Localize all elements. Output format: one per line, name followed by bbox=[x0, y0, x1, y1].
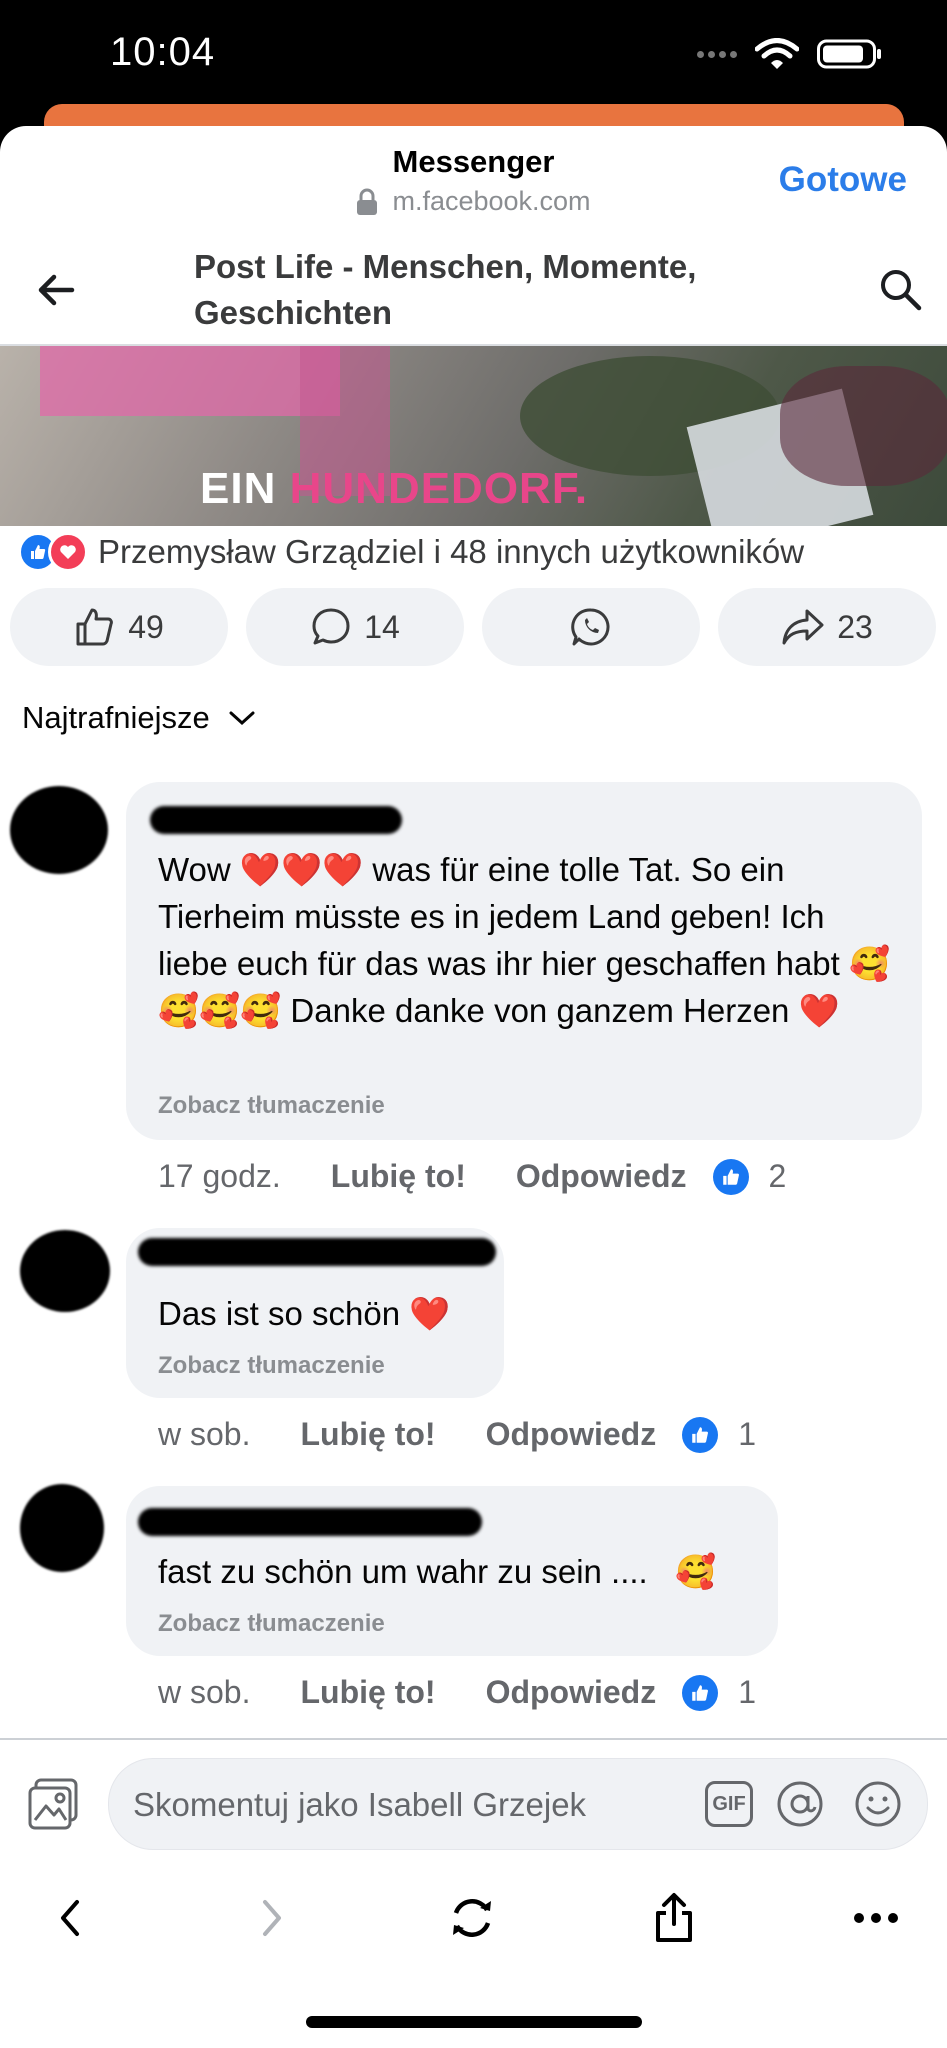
see-translation-link[interactable]: Zobacz tłumaczenie bbox=[158, 1092, 385, 1120]
avatar[interactable] bbox=[20, 1484, 104, 1572]
comment-reaction-count: 1 bbox=[738, 1674, 757, 1710]
comment-meta: w sob. Lubię to! Odpowiedz 1 bbox=[158, 1674, 756, 1711]
comment-like-button[interactable]: Lubię to! bbox=[300, 1416, 435, 1453]
more-button[interactable] bbox=[846, 1888, 906, 1948]
browser-back-button[interactable] bbox=[40, 1888, 100, 1948]
lock-icon bbox=[357, 188, 378, 215]
share-arrow-icon bbox=[782, 609, 824, 645]
like-badge-icon bbox=[682, 1674, 719, 1711]
comments-count: 14 bbox=[364, 608, 400, 645]
shares-count: 23 bbox=[837, 608, 873, 645]
comment-reply-button[interactable]: Odpowiedz bbox=[516, 1158, 687, 1195]
avatar[interactable] bbox=[20, 1230, 110, 1312]
post-title: Post Life - Menschen, Momente, Geschicht… bbox=[194, 248, 697, 331]
like-badge-icon bbox=[712, 1158, 749, 1195]
signal-icon bbox=[697, 50, 737, 58]
avatar[interactable] bbox=[10, 786, 108, 874]
comment-icon bbox=[312, 608, 350, 645]
wifi-icon bbox=[755, 38, 799, 69]
done-button[interactable]: Gotowe bbox=[779, 160, 907, 200]
comment-text: fast zu schön um wahr zu sein .... 🥰 bbox=[158, 1553, 717, 1590]
comment-button[interactable]: 14 bbox=[246, 588, 464, 666]
commenter-name-redacted[interactable] bbox=[150, 806, 402, 834]
comment-composer[interactable]: GIF bbox=[108, 1758, 928, 1851]
commenter-name-redacted[interactable] bbox=[138, 1508, 482, 1536]
comment-reaction-count: 2 bbox=[768, 1158, 787, 1194]
reload-icon bbox=[453, 1899, 491, 1937]
like-badge-icon bbox=[682, 1416, 719, 1453]
comment-like-button[interactable]: Lubię to! bbox=[300, 1674, 435, 1711]
caption-word-1: EIN bbox=[200, 464, 277, 513]
comment-like-button[interactable]: Lubię to! bbox=[331, 1158, 466, 1195]
see-translation-link[interactable]: Zobacz tłumaczenie bbox=[158, 1352, 385, 1380]
comment-meta: w sob. Lubię to! Odpowiedz 1 bbox=[158, 1416, 756, 1453]
flowers bbox=[780, 366, 947, 486]
composer-divider bbox=[0, 1738, 947, 1740]
comment-meta: 17 godz. Lubię to! Odpowiedz 2 bbox=[158, 1158, 786, 1195]
whatsapp-share-button[interactable] bbox=[482, 588, 700, 666]
reactions-text: Przemysław Grządziel i 48 innych użytkow… bbox=[98, 533, 805, 570]
comment-reply-button[interactable]: Odpowiedz bbox=[486, 1416, 657, 1453]
browser-forward-button[interactable] bbox=[242, 1888, 302, 1948]
share-sheet-button[interactable] bbox=[644, 1888, 704, 1948]
pink-fence bbox=[40, 346, 340, 416]
back-arrow-icon[interactable] bbox=[34, 268, 78, 312]
chevron-left-icon bbox=[61, 1900, 79, 1936]
caption-word-2: HUNDEDORF. bbox=[289, 464, 589, 513]
commenter-name-redacted[interactable] bbox=[138, 1238, 496, 1266]
gif-label: GIF bbox=[712, 1792, 746, 1815]
like-button[interactable]: 49 bbox=[10, 588, 228, 666]
video-caption: EIN HUNDEDORF. bbox=[200, 464, 588, 514]
comment-time: w sob. bbox=[158, 1674, 251, 1710]
emoji-icon[interactable] bbox=[853, 1779, 903, 1829]
battery-icon bbox=[817, 39, 881, 69]
comment-text: Wow ❤️❤️❤️ was für eine tolle Tat. So ei… bbox=[158, 851, 891, 1029]
more-dots-icon bbox=[854, 1913, 898, 1923]
see-translation-link[interactable]: Zobacz tłumaczenie bbox=[158, 1610, 385, 1638]
comment-time: 17 godz. bbox=[158, 1158, 281, 1194]
share-icon bbox=[656, 1893, 692, 1942]
url-text: m.facebook.com bbox=[392, 186, 591, 216]
photo-icon[interactable] bbox=[26, 1776, 82, 1832]
sort-dropdown[interactable]: Najtrafniejsze bbox=[22, 700, 256, 736]
status-icons bbox=[697, 38, 883, 70]
reactions-summary[interactable]: Przemysław Grządziel i 48 innych użytkow… bbox=[18, 532, 804, 572]
comment-text: Das ist so schön ❤️ bbox=[158, 1295, 451, 1332]
chevron-down-icon bbox=[229, 711, 255, 726]
likes-count: 49 bbox=[128, 608, 164, 645]
chevron-right-icon bbox=[263, 1900, 281, 1936]
gif-button[interactable]: GIF bbox=[705, 1781, 753, 1827]
home-indicator[interactable] bbox=[306, 2016, 642, 2028]
mention-icon[interactable] bbox=[775, 1779, 825, 1829]
share-button[interactable]: 23 bbox=[718, 588, 936, 666]
comment-time: w sob. bbox=[158, 1416, 251, 1452]
comment-reply-button[interactable]: Odpowiedz bbox=[486, 1674, 657, 1711]
sort-label: Najtrafniejsze bbox=[22, 700, 210, 735]
thumbs-up-icon bbox=[76, 608, 114, 646]
search-icon[interactable] bbox=[877, 266, 923, 312]
comment-input[interactable] bbox=[131, 1759, 695, 1851]
whatsapp-icon bbox=[571, 608, 610, 646]
status-time: 10:04 bbox=[110, 30, 216, 74]
comment-reaction-count: 1 bbox=[738, 1416, 757, 1452]
love-reaction-icon bbox=[48, 532, 88, 572]
reload-button[interactable] bbox=[442, 1888, 502, 1948]
